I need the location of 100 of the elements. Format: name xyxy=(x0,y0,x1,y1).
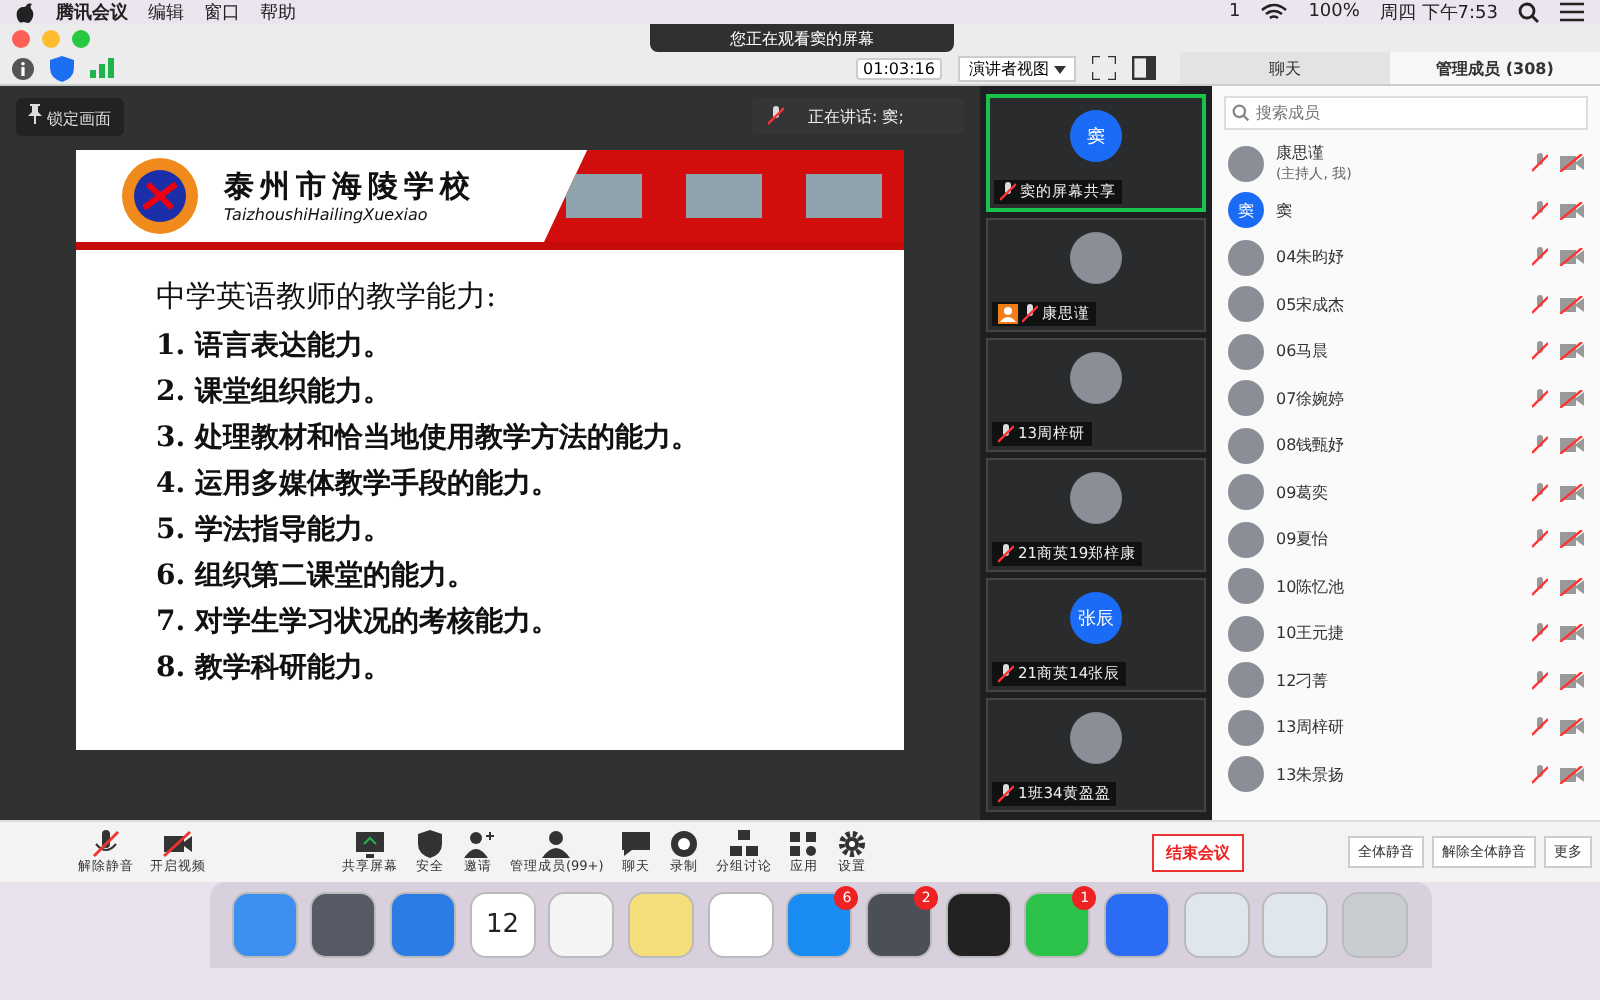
avatar-photo xyxy=(1070,472,1122,524)
photo-placeholder xyxy=(806,174,882,218)
app-icon[interactable]: 12 xyxy=(469,892,536,958)
member-row[interactable]: 09夏怡 xyxy=(1212,516,1600,563)
sidebar-icon[interactable] xyxy=(1132,56,1156,80)
muted-mic-icon[interactable] xyxy=(1532,716,1548,739)
member-row[interactable]: 窦 窦 xyxy=(1212,187,1600,234)
camera-off-icon[interactable] xyxy=(1560,765,1584,784)
member-row[interactable]: 13朱景扬 xyxy=(1212,751,1600,798)
school-logo-icon xyxy=(120,156,200,236)
fullscreen-icon[interactable] xyxy=(1092,56,1116,80)
slide-list-item: 6. 组织第二课堂的能力。 xyxy=(156,558,477,596)
avatar-photo xyxy=(1228,333,1264,370)
search-field[interactable]: 搜索成员 xyxy=(1224,96,1588,130)
avatar-photo xyxy=(1070,712,1122,764)
info-icon[interactable] xyxy=(12,57,34,79)
close-button[interactable] xyxy=(12,29,30,47)
member-row[interactable]: 04朱昀妤 xyxy=(1212,234,1600,281)
meeting-timer: 01:03:16 xyxy=(855,57,943,79)
muted-mic-icon[interactable] xyxy=(1532,246,1548,269)
avatar-photo xyxy=(1228,239,1264,276)
camera-off-icon[interactable] xyxy=(1560,624,1584,643)
app-menu[interactable]: 腾讯会议 xyxy=(56,0,128,25)
muted-mic-icon[interactable] xyxy=(1532,340,1548,363)
member-row[interactable]: 12刁菁 xyxy=(1212,657,1600,704)
avatar-photo xyxy=(1228,380,1264,417)
camera-off-icon[interactable] xyxy=(1560,201,1584,220)
camera-off-icon xyxy=(162,829,194,857)
camera-off-icon[interactable] xyxy=(1560,389,1584,408)
member-row[interactable]: 13周梓研 xyxy=(1212,704,1600,751)
camera-off-icon[interactable] xyxy=(1560,154,1584,173)
member-name: 10王元捷 xyxy=(1276,622,1347,645)
muted-mic-icon[interactable] xyxy=(1532,387,1548,410)
muted-mic-icon[interactable] xyxy=(1532,575,1548,598)
camera-off-icon[interactable] xyxy=(1560,577,1584,596)
search-icon xyxy=(1232,104,1250,122)
camera-off-icon[interactable] xyxy=(1560,436,1584,455)
menu-item[interactable]: 窗口 xyxy=(204,0,240,25)
member-row[interactable]: 05宋成杰 xyxy=(1212,281,1600,328)
muted-mic-icon[interactable] xyxy=(1532,293,1548,316)
avatar-photo xyxy=(1228,521,1264,558)
muted-mic-icon[interactable] xyxy=(1532,763,1548,786)
muted-mic-icon xyxy=(90,829,122,857)
muted-mic-icon[interactable] xyxy=(1532,528,1548,551)
zoom-button[interactable] xyxy=(72,29,90,47)
member-name: 康思谨 xyxy=(1276,142,1326,165)
muted-mic-icon[interactable] xyxy=(1532,199,1548,222)
muted-mic-icon[interactable] xyxy=(1532,152,1548,175)
school-name: 泰州市海陵学校 xyxy=(224,168,478,206)
muted-mic-icon[interactable] xyxy=(1532,669,1548,692)
camera-off-icon[interactable] xyxy=(1560,718,1584,737)
avatar-photo xyxy=(1228,568,1264,605)
pin-icon xyxy=(28,104,42,124)
slide-list-item: 7. 对学生学习状况的考核能力。 xyxy=(156,604,561,642)
camera-off-icon[interactable] xyxy=(1560,671,1584,690)
camera-off-icon[interactable] xyxy=(1560,483,1584,502)
end-meeting-button[interactable]: 结束会议 xyxy=(1152,833,1244,871)
app-icon[interactable] xyxy=(310,892,377,958)
clock[interactable]: 周四 下午7:53 xyxy=(1379,0,1498,25)
apple-icon[interactable] xyxy=(16,0,36,24)
search-icon[interactable] xyxy=(1518,1,1540,23)
muted-mic-icon[interactable] xyxy=(1532,481,1548,504)
slide-title: 中学英语教师的教学能力: xyxy=(156,278,499,316)
member-name: 13朱景扬 xyxy=(1276,763,1347,786)
muted-mic-icon xyxy=(1022,304,1038,324)
muted-mic-icon[interactable] xyxy=(1532,434,1548,457)
signal-icon[interactable] xyxy=(90,58,114,78)
wifi-icon[interactable] xyxy=(1260,2,1289,22)
member-row[interactable]: 07徐婉婷 xyxy=(1212,375,1600,422)
panel-tab[interactable]: 管理成员 (308) xyxy=(1390,52,1600,84)
menu-item[interactable]: 帮助 xyxy=(260,0,296,25)
member-row[interactable]: 10陈忆池 xyxy=(1212,563,1600,610)
lock-screen-button[interactable]: 锁定画面 xyxy=(16,98,124,136)
member-row[interactable]: 08钱甄妤 xyxy=(1212,422,1600,469)
camera-off-icon[interactable] xyxy=(1560,342,1584,361)
camera-off-icon[interactable] xyxy=(1560,295,1584,314)
member-name: 13周梓研 xyxy=(1276,716,1347,739)
member-name: 09夏怡 xyxy=(1276,528,1331,551)
member-name: 05宋成杰 xyxy=(1276,293,1347,316)
member-row[interactable]: 06马晨 xyxy=(1212,328,1600,375)
muted-mic-icon[interactable] xyxy=(1532,622,1548,645)
avatar-photo xyxy=(1228,662,1264,699)
grid-blocks-icon xyxy=(727,829,760,857)
school-pinyin: TaizhoushiHailingXuexiao xyxy=(224,206,430,224)
member-row[interactable]: 10王元捷 xyxy=(1212,610,1600,657)
avatar-photo xyxy=(1228,615,1264,652)
wechat-count[interactable]: 1 xyxy=(1228,2,1241,22)
slide-list-item: 5. 学法指导能力。 xyxy=(156,512,393,550)
camera-off-icon[interactable] xyxy=(1560,248,1584,267)
list-icon[interactable] xyxy=(1560,2,1584,22)
app-icon[interactable] xyxy=(945,892,1012,958)
panel-tab[interactable]: 聊天 xyxy=(1180,52,1390,84)
member-row[interactable]: 09葛奕 xyxy=(1212,469,1600,516)
shield-icon[interactable] xyxy=(50,55,74,81)
view-dropdown[interactable]: 演讲者视图 xyxy=(958,55,1076,81)
menu-item[interactable]: 编辑 xyxy=(148,0,184,25)
shield-icon xyxy=(414,829,446,857)
member-name: 06马晨 xyxy=(1276,340,1331,363)
muted-mic-icon xyxy=(998,664,1014,684)
camera-off-icon[interactable] xyxy=(1560,530,1584,549)
